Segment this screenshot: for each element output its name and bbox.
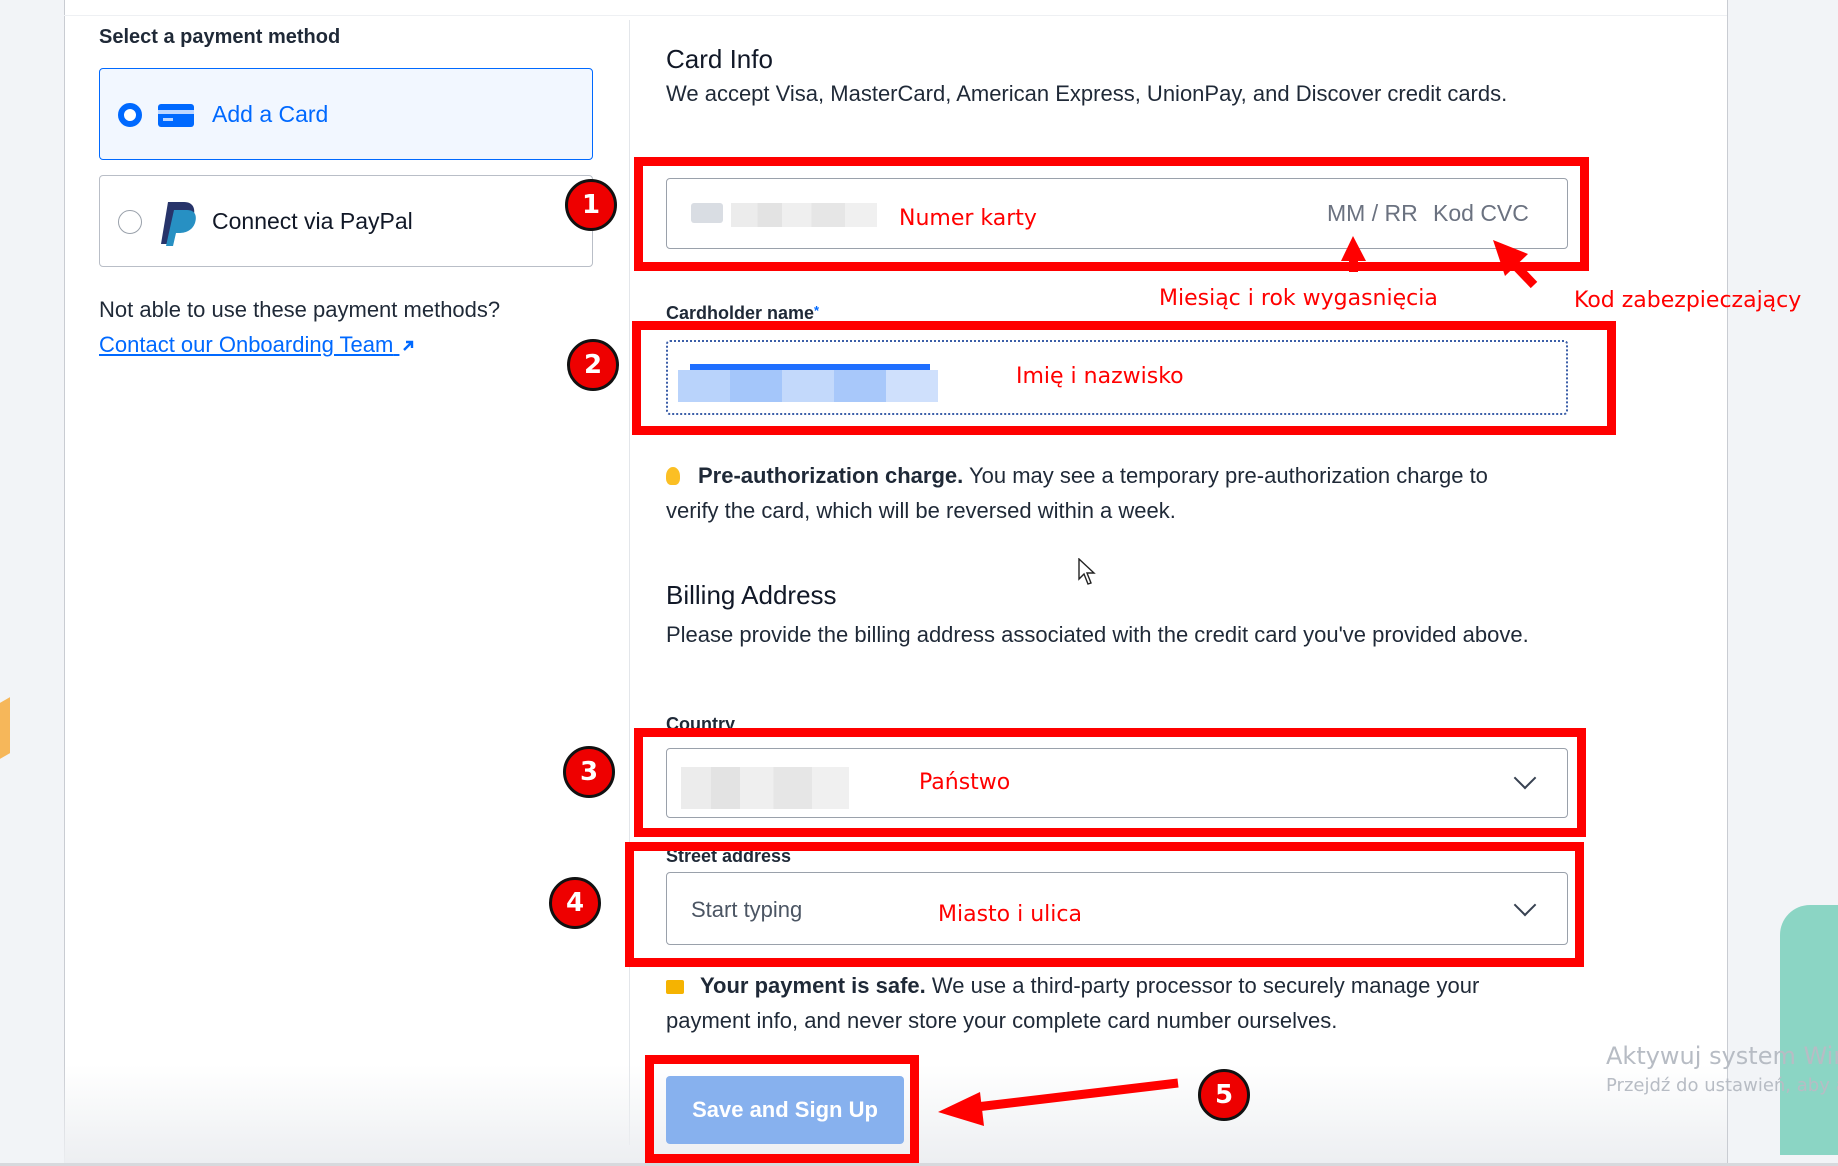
- arrow-to-submit: [938, 1078, 1179, 1126]
- annotation-arrows: [938, 236, 1538, 1126]
- activation-watermark-line2: Przejdź do ustawień, aby a: [1606, 1075, 1838, 1096]
- activation-watermark-line1: Aktywuj system Win: [1606, 1042, 1838, 1070]
- arrow-to-cvc: [1493, 240, 1538, 289]
- arrow-to-expiry: [1341, 236, 1366, 272]
